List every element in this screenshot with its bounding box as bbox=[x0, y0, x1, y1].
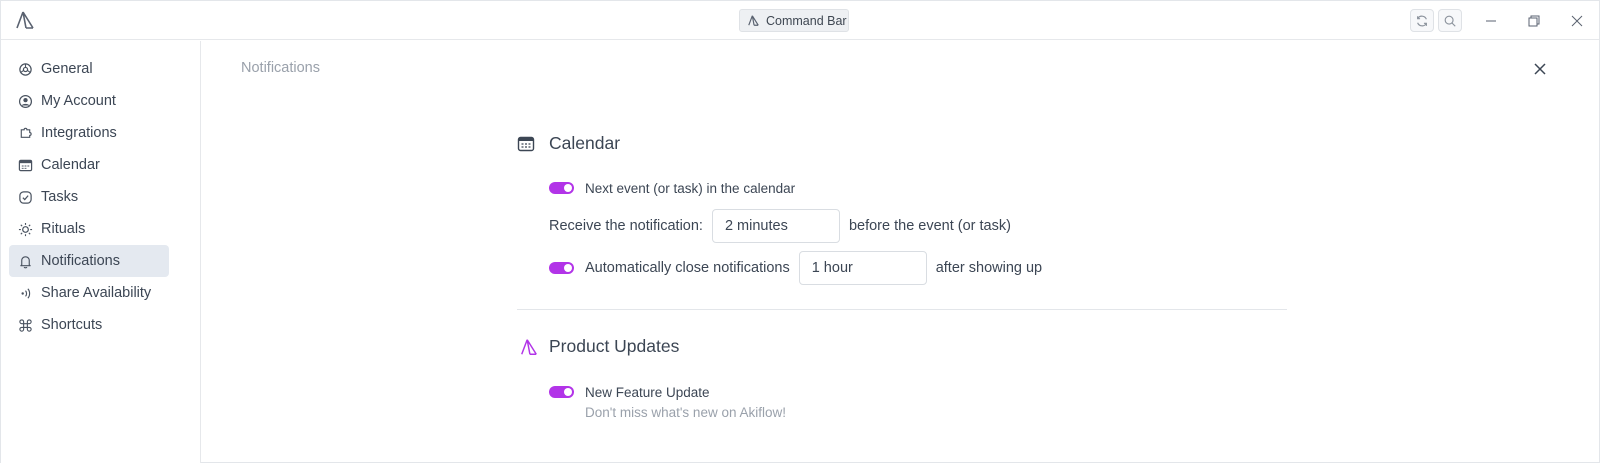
sidebar-item-notifications[interactable]: Notifications bbox=[9, 245, 169, 277]
command-icon bbox=[19, 318, 32, 332]
auto-close-dropdown[interactable]: 1 hour bbox=[798, 251, 927, 285]
sidebar-item-tasks[interactable]: Tasks bbox=[9, 181, 169, 213]
next-event-toggle[interactable] bbox=[549, 182, 574, 194]
sidebar-item-rituals[interactable]: Rituals bbox=[9, 213, 169, 245]
puzzle-icon bbox=[20, 127, 32, 138]
search-button[interactable] bbox=[1438, 9, 1462, 32]
settings-sidebar: General My Account Integrations Calendar bbox=[1, 41, 201, 463]
command-bar-button[interactable]: Command Bar bbox=[739, 9, 849, 32]
akiflow-logo-icon bbox=[16, 11, 34, 29]
auto-close-toggle[interactable] bbox=[549, 262, 574, 274]
check-circle-icon bbox=[19, 190, 32, 204]
akiflow-logo-icon bbox=[748, 15, 759, 26]
section-divider bbox=[517, 309, 1287, 310]
page-title: Notifications bbox=[241, 60, 320, 76]
receive-notification-row: Receive the notification: 2 minutes befo… bbox=[549, 209, 1011, 243]
feature-update-row: New Feature Update bbox=[549, 384, 710, 400]
sidebar-item-label: General bbox=[41, 61, 93, 77]
feature-update-description: Don't miss what's new on Akiflow! bbox=[585, 405, 786, 420]
sync-button[interactable] bbox=[1410, 9, 1434, 32]
close-settings-button[interactable] bbox=[1532, 61, 1548, 77]
receive-label: Receive the notification: bbox=[549, 218, 703, 234]
receive-time-dropdown[interactable]: 2 minutes bbox=[711, 209, 840, 243]
bell-icon bbox=[20, 255, 31, 268]
calendar-section-title: Calendar bbox=[549, 133, 621, 153]
command-bar-label: Command Bar bbox=[766, 13, 847, 28]
sun-icon bbox=[18, 222, 33, 236]
title-bar: Command Bar bbox=[1, 1, 1599, 40]
next-event-row: Next event (or task) in the calendar bbox=[549, 180, 795, 196]
sidebar-item-label: Tasks bbox=[41, 189, 79, 205]
calendar-icon bbox=[517, 136, 535, 152]
sidebar-item-my-account[interactable]: My Account bbox=[9, 85, 169, 117]
sidebar-item-label: Rituals bbox=[41, 221, 86, 237]
sidebar-item-share-availability[interactable]: Share Availability bbox=[9, 277, 169, 309]
restore-button[interactable] bbox=[1526, 13, 1542, 29]
minimize-icon bbox=[1486, 20, 1496, 22]
auto-close-suffix: after showing up bbox=[935, 260, 1043, 276]
sidebar-item-general[interactable]: General bbox=[9, 53, 169, 85]
gear-icon bbox=[19, 62, 32, 76]
sidebar-item-label: Share Availability bbox=[41, 285, 152, 301]
sidebar-item-integrations[interactable]: Integrations bbox=[9, 117, 169, 149]
next-event-label: Next event (or task) in the calendar bbox=[585, 180, 796, 196]
sidebar-item-label: Calendar bbox=[41, 157, 100, 173]
sidebar-item-calendar[interactable]: Calendar bbox=[9, 149, 169, 181]
sidebar-item-shortcuts[interactable]: Shortcuts bbox=[9, 309, 169, 341]
sidebar-item-label: My Account bbox=[41, 93, 116, 109]
feature-update-toggle[interactable] bbox=[549, 386, 574, 398]
auto-close-label: Automatically close notifications bbox=[585, 260, 790, 276]
broadcast-icon bbox=[21, 287, 31, 299]
close-icon bbox=[1571, 15, 1583, 27]
refresh-icon bbox=[1417, 15, 1427, 26]
sidebar-item-label: Notifications bbox=[41, 253, 120, 269]
user-circle-icon bbox=[18, 94, 33, 108]
product-updates-section-title: Product Updates bbox=[549, 336, 680, 356]
app-window: Command Bar General My Account Integrati… bbox=[0, 0, 1600, 463]
auto-close-value: 1 hour bbox=[811, 260, 853, 276]
feature-update-label: New Feature Update bbox=[585, 384, 710, 400]
close-window-button[interactable] bbox=[1569, 13, 1585, 29]
sidebar-item-label: Integrations bbox=[41, 125, 117, 141]
receive-time-value: 2 minutes bbox=[724, 218, 788, 234]
restore-icon bbox=[1528, 15, 1540, 27]
sidebar-item-label: Shortcuts bbox=[41, 317, 103, 333]
calendar-icon bbox=[18, 159, 33, 171]
akiflow-logo-icon bbox=[521, 339, 537, 355]
auto-close-row: Automatically close notifications 1 hour… bbox=[549, 251, 1042, 285]
receive-suffix: before the event (or task) bbox=[848, 218, 1011, 234]
search-icon bbox=[1444, 15, 1456, 27]
minimize-button[interactable] bbox=[1483, 13, 1499, 29]
